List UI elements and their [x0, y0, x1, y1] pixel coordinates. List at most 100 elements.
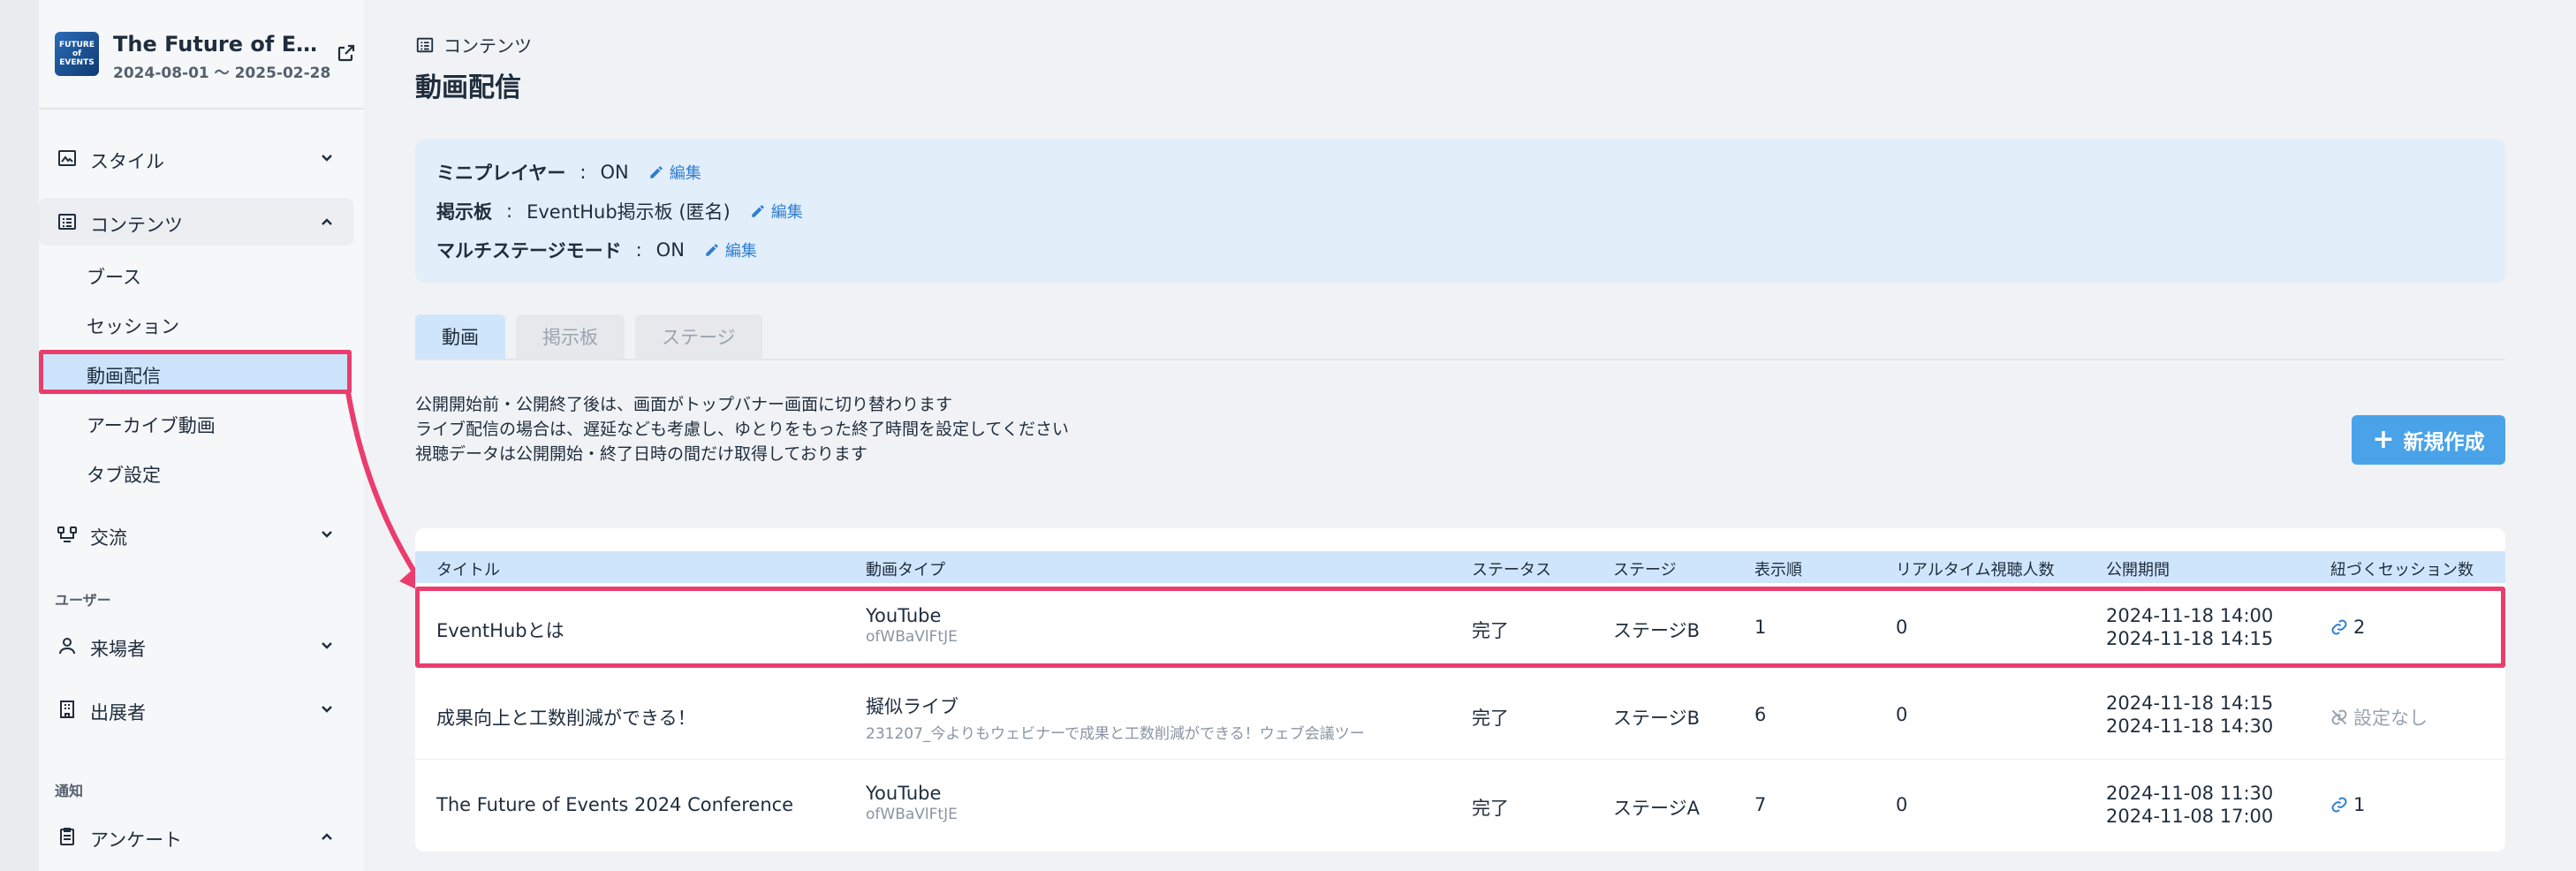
- column-header-stage[interactable]: ステージ: [1613, 557, 1677, 580]
- type-label: YouTube: [866, 783, 942, 804]
- image-icon: [58, 150, 76, 166]
- edit-board-link[interactable]: 編集: [750, 200, 803, 223]
- column-header-type[interactable]: 動画タイプ: [866, 557, 945, 580]
- row-title[interactable]: EventHubとは: [436, 617, 564, 643]
- column-header-sessions[interactable]: 紐づくセッション数: [2330, 557, 2474, 580]
- tab-stage[interactable]: ステージ: [635, 314, 762, 359]
- table-row[interactable]: EventHubとは YouTube ofWBaVlFtJE 完了 ステージB …: [415, 587, 2505, 668]
- edit-mini-player-link[interactable]: 編集: [648, 161, 701, 184]
- setting-colon: :: [506, 201, 513, 222]
- sidebar-item-label: 交流: [90, 527, 127, 549]
- note-line: ライブ配信の場合は、遅延なども考慮し、ゆとりをもった終了時間を設定してください: [415, 420, 1069, 439]
- table-row[interactable]: 成果向上と工数削減ができる！ 擬似ライブ 231207_今よりもウェビナーで成果…: [415, 671, 2505, 760]
- sidebar-subitem-archive[interactable]: アーカイブ動画: [39, 399, 348, 443]
- row-stage: ステージB: [1613, 708, 1700, 729]
- column-header-period[interactable]: 公開期間: [2106, 557, 2170, 580]
- sessions-none: 設定なし: [2353, 708, 2428, 729]
- building-icon: [60, 701, 74, 718]
- row-title[interactable]: The Future of Events 2024 Conference: [436, 794, 793, 815]
- sidebar-section-notifications: 通知: [55, 783, 84, 799]
- pencil-icon: [649, 166, 663, 178]
- sidebar-item-label: セッション: [87, 316, 179, 337]
- external-link-icon[interactable]: [336, 42, 357, 64]
- row-viewers: 0: [1896, 704, 1908, 725]
- row-status: 完了: [1472, 620, 1509, 641]
- sidebar-section-users: ユーザー: [55, 592, 111, 609]
- list-box-icon: [58, 214, 76, 230]
- row-viewers: 0: [1896, 794, 1908, 815]
- create-new-label: 新規作成: [2403, 431, 2485, 454]
- table-row[interactable]: The Future of Events 2024 Conference You…: [415, 761, 2505, 850]
- note-line: 公開開始前・公開終了後は、画面がトップバナー画面に切り替わります: [415, 395, 953, 414]
- setting-key: 掲示板: [436, 201, 492, 223]
- edit-multi-stage-link[interactable]: 編集: [704, 239, 757, 261]
- tab-video[interactable]: 動画: [415, 314, 505, 359]
- sidebar-item-label: ブース: [87, 267, 141, 288]
- row-sessions[interactable]: 2: [2330, 617, 2365, 638]
- breadcrumb-label[interactable]: コンテンツ: [443, 32, 532, 57]
- sidebar-item-visitors[interactable]: 来場者: [39, 622, 353, 670]
- row-viewers: 0: [1896, 617, 1908, 638]
- sidebar-subitem-session[interactable]: セッション: [39, 300, 348, 345]
- sidebar-subitem-video[interactable]: 動画配信: [39, 350, 352, 394]
- sidebar-item-exchange[interactable]: 交流: [39, 511, 353, 558]
- page-title: 動画配信: [415, 72, 521, 103]
- edit-label: 編集: [669, 164, 701, 183]
- row-type: YouTube ofWBaVlFtJE: [866, 605, 958, 646]
- pencil-icon: [706, 244, 718, 256]
- note-line: 視聴データは公開開始・終了日時の間だけ取得しております: [415, 444, 868, 464]
- chevron-down-icon: [322, 642, 332, 649]
- type-label: 擬似ライブ: [866, 696, 958, 717]
- sessions-count: 1: [2353, 794, 2366, 815]
- period-end: 2024-11-18 14:30: [2106, 716, 2274, 737]
- window-gutter: [0, 0, 39, 871]
- column-header-title[interactable]: タイトル: [436, 557, 500, 580]
- chevron-down-icon: [322, 155, 332, 162]
- tab-board[interactable]: 掲示板: [516, 314, 625, 359]
- plus-icon: +: [2372, 424, 2395, 455]
- sidebar-item-label: アーカイブ動画: [87, 415, 216, 436]
- setting-value: ON: [655, 239, 685, 261]
- row-sessions[interactable]: 1: [2330, 794, 2365, 815]
- edit-label: 編集: [770, 203, 803, 222]
- row-title[interactable]: 成果向上と工数削減ができる！: [436, 704, 696, 731]
- create-new-button[interactable]: + 新規作成: [2352, 415, 2505, 465]
- chevron-down-icon: [322, 706, 332, 713]
- type-label: YouTube: [866, 605, 942, 626]
- link-off-icon: [2331, 709, 2347, 725]
- row-stage: ステージA: [1613, 798, 1700, 819]
- info-notes: 公開開始前・公開終了後は、画面がトップバナー画面に切り替わります ライブ配信の場…: [415, 392, 1069, 466]
- sidebar-divider: [39, 108, 364, 110]
- column-header-viewers[interactable]: リアルタイム視聴人数: [1896, 557, 2054, 580]
- link-icon: [2331, 619, 2347, 635]
- list-box-icon: [416, 37, 434, 52]
- sidebar-item-exhibitors[interactable]: 出展者: [39, 685, 353, 733]
- clipboard-icon: [60, 828, 74, 845]
- period-end: 2024-11-08 17:00: [2106, 806, 2274, 827]
- row-sessions: 設定なし: [2330, 704, 2428, 731]
- setting-colon: :: [580, 162, 587, 183]
- row-order: 7: [1754, 794, 1767, 815]
- sidebar-item-contents[interactable]: コンテンツ: [39, 198, 353, 246]
- period-end: 2024-11-18 14:15: [2106, 628, 2274, 649]
- chevron-up-icon: [322, 833, 332, 840]
- sidebar-item-survey[interactable]: アンケート: [39, 813, 353, 860]
- sidebar-item-label: コンテンツ: [90, 215, 183, 236]
- sidebar-item-label: 動画配信: [87, 366, 161, 387]
- column-header-status[interactable]: ステータス: [1472, 557, 1551, 580]
- sidebar-item-style[interactable]: スタイル: [39, 134, 353, 182]
- row-period: 2024-11-18 14:00 2024-11-18 14:15: [2106, 604, 2273, 650]
- event-brand[interactable]: FUTURE of EVENTS The Future of Eve… 2024…: [55, 32, 357, 82]
- setting-value: ON: [600, 162, 629, 183]
- sidebar: FUTURE of EVENTS The Future of Eve… 2024…: [39, 0, 364, 871]
- row-order: 6: [1754, 704, 1767, 725]
- sidebar-subitem-booth[interactable]: ブース: [39, 251, 348, 295]
- sidebar-item-label: アンケート: [90, 829, 183, 851]
- setting-value: EventHub掲示板 (匿名): [527, 201, 731, 223]
- sidebar-item-label: スタイル: [90, 151, 164, 172]
- sessions-count: 2: [2353, 617, 2366, 638]
- sidebar-subitem-tabs[interactable]: タブ設定: [39, 449, 348, 493]
- setting-key: マルチステージモード: [436, 240, 622, 261]
- period-start: 2024-11-18 14:15: [2106, 693, 2274, 714]
- column-header-order[interactable]: 表示順: [1754, 557, 1802, 580]
